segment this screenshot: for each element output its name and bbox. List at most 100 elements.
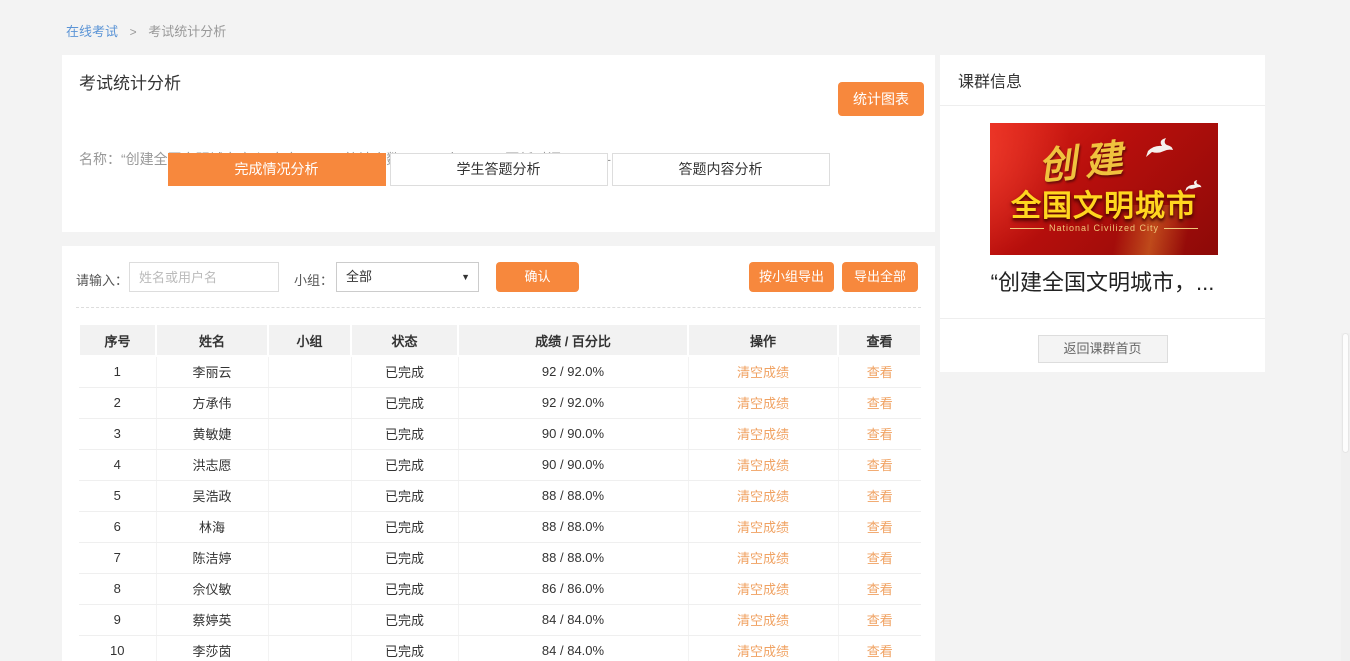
clear-score-link[interactable]: 清空成绩 xyxy=(737,520,789,535)
tab-answer-content[interactable]: 答题内容分析 xyxy=(611,153,830,186)
clear-score-link[interactable]: 清空成绩 xyxy=(737,427,789,442)
table-row: 2 方承伟 已完成 92 / 92.0% 清空成绩 查看 xyxy=(79,387,921,419)
view-link[interactable]: 查看 xyxy=(867,458,893,473)
view-cell: 查看 xyxy=(838,635,921,661)
view-link[interactable]: 查看 xyxy=(867,489,893,504)
column-header: 成绩 / 百分比 xyxy=(457,325,689,357)
action-cell: 清空成绩 xyxy=(688,511,839,543)
group-cell xyxy=(268,356,352,388)
column-header: 姓名 xyxy=(155,325,269,357)
tab-completion[interactable]: 完成情况分析 xyxy=(167,153,386,186)
student-name: 洪志愿 xyxy=(156,449,269,481)
view-link[interactable]: 查看 xyxy=(867,613,893,628)
exam-stats-header-card: 考试统计分析 名称：“创建全国文明城市”知识竞赛 统计人数：2185人 更新时间… xyxy=(62,55,935,232)
student-name: 陈洁婷 xyxy=(156,542,269,574)
view-cell: 查看 xyxy=(838,542,921,574)
page-title: 考试统计分析 xyxy=(79,74,181,93)
table-header-row: 序号 姓名 小组 状态 成绩 / 百分比 操作 查看 xyxy=(78,325,922,357)
group-cell xyxy=(268,604,352,636)
clear-score-link[interactable]: 清空成绩 xyxy=(737,458,789,473)
score-cell: 84 / 84.0% xyxy=(458,635,689,661)
row-number: 2 xyxy=(79,387,157,419)
action-cell: 清空成绩 xyxy=(688,542,839,574)
table-row: 9 蔡婷英 已完成 84 / 84.0% 清空成绩 查看 xyxy=(79,604,921,636)
view-cell: 查看 xyxy=(838,387,921,419)
score-cell: 90 / 90.0% xyxy=(458,418,689,450)
column-header: 操作 xyxy=(687,325,839,357)
row-number: 8 xyxy=(79,573,157,605)
action-cell: 清空成绩 xyxy=(688,387,839,419)
group-cell xyxy=(268,480,352,512)
status-cell: 已完成 xyxy=(351,542,459,574)
row-number: 1 xyxy=(79,356,157,388)
action-cell: 清空成绩 xyxy=(688,356,839,388)
score-cell: 84 / 84.0% xyxy=(458,604,689,636)
stats-chart-button[interactable]: 统计图表 xyxy=(838,82,924,116)
score-cell: 90 / 90.0% xyxy=(458,449,689,481)
divider xyxy=(940,318,1265,319)
search-label: 请输入： xyxy=(76,273,129,288)
student-name: 李丽云 xyxy=(156,356,269,388)
status-cell: 已完成 xyxy=(351,387,459,419)
group-select[interactable]: 全部 ▼ xyxy=(336,262,479,292)
action-cell: 清空成绩 xyxy=(688,573,839,605)
column-header: 查看 xyxy=(837,325,922,357)
group-cell xyxy=(268,418,352,450)
scrollbar-thumb[interactable] xyxy=(1342,333,1349,453)
banner-subtitle: National Civilized City xyxy=(990,223,1218,233)
row-number: 4 xyxy=(79,449,157,481)
table-row: 10 李莎茵 已完成 84 / 84.0% 清空成绩 查看 xyxy=(79,635,921,661)
tab-student-answer[interactable]: 学生答题分析 xyxy=(389,153,608,186)
view-link[interactable]: 查看 xyxy=(867,582,893,597)
student-name: 佘仪敏 xyxy=(156,573,269,605)
status-cell: 已完成 xyxy=(351,635,459,661)
search-input[interactable] xyxy=(129,262,279,292)
column-header: 状态 xyxy=(350,325,459,357)
table-row: 7 陈洁婷 已完成 88 / 88.0% 清空成绩 查看 xyxy=(79,542,921,574)
view-link[interactable]: 查看 xyxy=(867,396,893,411)
group-cell xyxy=(268,387,352,419)
view-link[interactable]: 查看 xyxy=(867,427,893,442)
clear-score-link[interactable]: 清空成绩 xyxy=(737,489,789,504)
back-to-course-home-button[interactable]: 返回课群首页 xyxy=(1037,335,1168,363)
breadcrumb-online-exam-link[interactable]: 在线考试 xyxy=(66,24,118,39)
view-cell: 查看 xyxy=(838,480,921,512)
divider xyxy=(76,307,921,308)
course-group-info-title: 课群信息 xyxy=(940,55,1265,106)
banner-main-text: 全国文明城市 xyxy=(1011,190,1197,223)
page: 在线考试 > 考试统计分析 考试统计分析 名称：“创建全国文明城市”知识竞赛 统… xyxy=(0,0,1350,661)
view-link[interactable]: 查看 xyxy=(867,551,893,566)
view-link[interactable]: 查看 xyxy=(867,644,893,659)
action-cell: 清空成绩 xyxy=(688,604,839,636)
clear-score-link[interactable]: 清空成绩 xyxy=(737,644,789,659)
view-cell: 查看 xyxy=(838,356,921,388)
confirm-button[interactable]: 确认 xyxy=(496,262,579,292)
clear-score-link[interactable]: 清空成绩 xyxy=(737,551,789,566)
view-cell: 查看 xyxy=(838,418,921,450)
course-banner-image[interactable]: 创建 全国文明城市 National Civilized City xyxy=(990,123,1218,255)
clear-score-link[interactable]: 清空成绩 xyxy=(737,396,789,411)
status-cell: 已完成 xyxy=(351,604,459,636)
dove-icon xyxy=(1146,138,1173,157)
export-by-group-button[interactable]: 按小组导出 xyxy=(748,262,834,292)
score-cell: 92 / 92.0% xyxy=(458,387,689,419)
row-number: 6 xyxy=(79,511,157,543)
breadcrumb-current: 考试统计分析 xyxy=(148,24,227,39)
student-name: 方承伟 xyxy=(156,387,269,419)
view-link[interactable]: 查看 xyxy=(867,520,893,535)
student-name: 林海 xyxy=(156,511,269,543)
export-all-button[interactable]: 导出全部 xyxy=(841,262,918,292)
clear-score-link[interactable]: 清空成绩 xyxy=(737,582,789,597)
group-cell xyxy=(268,449,352,481)
view-link[interactable]: 查看 xyxy=(867,365,893,380)
column-header: 小组 xyxy=(267,325,352,357)
student-name: 吴浩政 xyxy=(156,480,269,512)
action-cell: 清空成绩 xyxy=(688,635,839,661)
clear-score-link[interactable]: 清空成绩 xyxy=(737,365,789,380)
clear-score-link[interactable]: 清空成绩 xyxy=(737,613,789,628)
filter-row: 请输入： 小组： 全部 ▼ 确认 按小组导出 导出全部 xyxy=(62,262,935,292)
scrollbar-track[interactable] xyxy=(1341,333,1350,661)
table-row: 1 李丽云 已完成 92 / 92.0% 清空成绩 查看 xyxy=(79,356,921,388)
row-number: 5 xyxy=(79,480,157,512)
table-row: 3 黄敏婕 已完成 90 / 90.0% 清空成绩 查看 xyxy=(79,418,921,450)
